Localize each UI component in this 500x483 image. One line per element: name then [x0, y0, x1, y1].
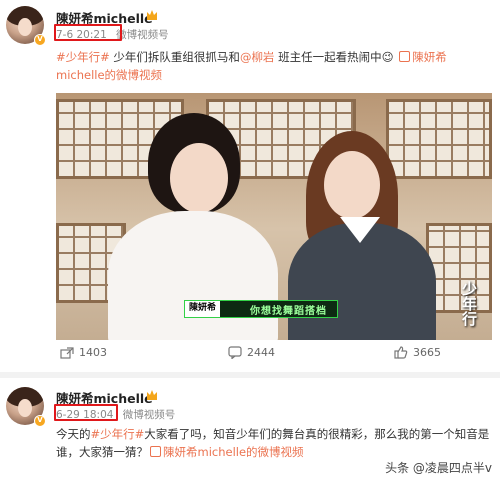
toutiao-watermark: 头条 @凌晨四点半v: [383, 459, 494, 476]
post-text-part2: 班主任一起看热闹中😉: [274, 50, 398, 64]
comment-button[interactable]: 2444: [228, 346, 275, 359]
timestamp-highlight-box: [54, 404, 118, 421]
person-right-body: [288, 223, 436, 340]
background-window-right: [386, 99, 492, 179]
post-text: #少年行# 少年们拆队重组很抓马和@柳岩 班主任一起看热闹中😉 陳妍希miche…: [56, 48, 492, 84]
watermark-text: 头条 @凌晨四点半v: [385, 461, 492, 475]
caption-speaker: 陳妍希: [185, 301, 221, 317]
share-button[interactable]: 1403: [60, 346, 107, 359]
timestamp-highlight-box: [54, 24, 122, 41]
post-text-part1: 少年们拆队重组很抓马和: [109, 50, 240, 64]
video-link-icon: [399, 51, 411, 62]
thumbs-up-icon: [394, 346, 408, 359]
video-caption: 陳妍希 你想找舞蹈搭档: [184, 300, 339, 318]
comment-icon: [228, 346, 242, 359]
video-link-icon: [150, 446, 161, 457]
share-icon: [60, 346, 74, 359]
video-media[interactable]: 陳妍希 你想找舞蹈搭档 少年行: [56, 93, 492, 340]
person-right-face: [324, 151, 380, 219]
share-count: 1403: [79, 346, 107, 359]
weibo-post-1: V 陳妍希michelle 7-6 20:21 微博视频号 #少年行# 少年们拆…: [0, 0, 500, 372]
verified-badge-icon: V: [34, 34, 46, 46]
video-link[interactable]: 陳妍希michelle的微博视频: [163, 445, 304, 459]
person-left-face: [170, 143, 228, 213]
show-watermark: 少年行: [460, 281, 478, 326]
person-left-body: [108, 211, 278, 340]
crown-icon: [147, 10, 157, 20]
caption-text: 你想找舞蹈搭档: [250, 305, 328, 317]
post-actions: 1403 2444 3665: [56, 346, 492, 366]
avatar-face: [18, 18, 32, 36]
weibo-post-2: V 陳妍希michelle 6-29 18:04 微博视频号 今天的#少年行#大…: [0, 378, 500, 483]
post-source: 微博视频号: [116, 29, 169, 41]
hashtag-link[interactable]: #少年行#: [91, 427, 145, 441]
post-text-part1: 今天的: [56, 427, 91, 441]
post-text: 今天的#少年行#大家看了吗，知音少年们的舞台真的很精彩，那么我的第一个知音是谁，…: [56, 425, 492, 461]
verified-badge-icon: V: [34, 415, 46, 427]
comment-count: 2444: [247, 346, 275, 359]
hashtag-link[interactable]: #少年行#: [56, 50, 110, 64]
crown-icon: [147, 390, 157, 400]
mention-link[interactable]: @柳岩: [240, 50, 275, 64]
avatar-face: [18, 399, 32, 417]
like-button[interactable]: 3665: [394, 346, 441, 359]
like-count: 3665: [413, 346, 441, 359]
post-source: 微博视频号: [122, 409, 176, 421]
